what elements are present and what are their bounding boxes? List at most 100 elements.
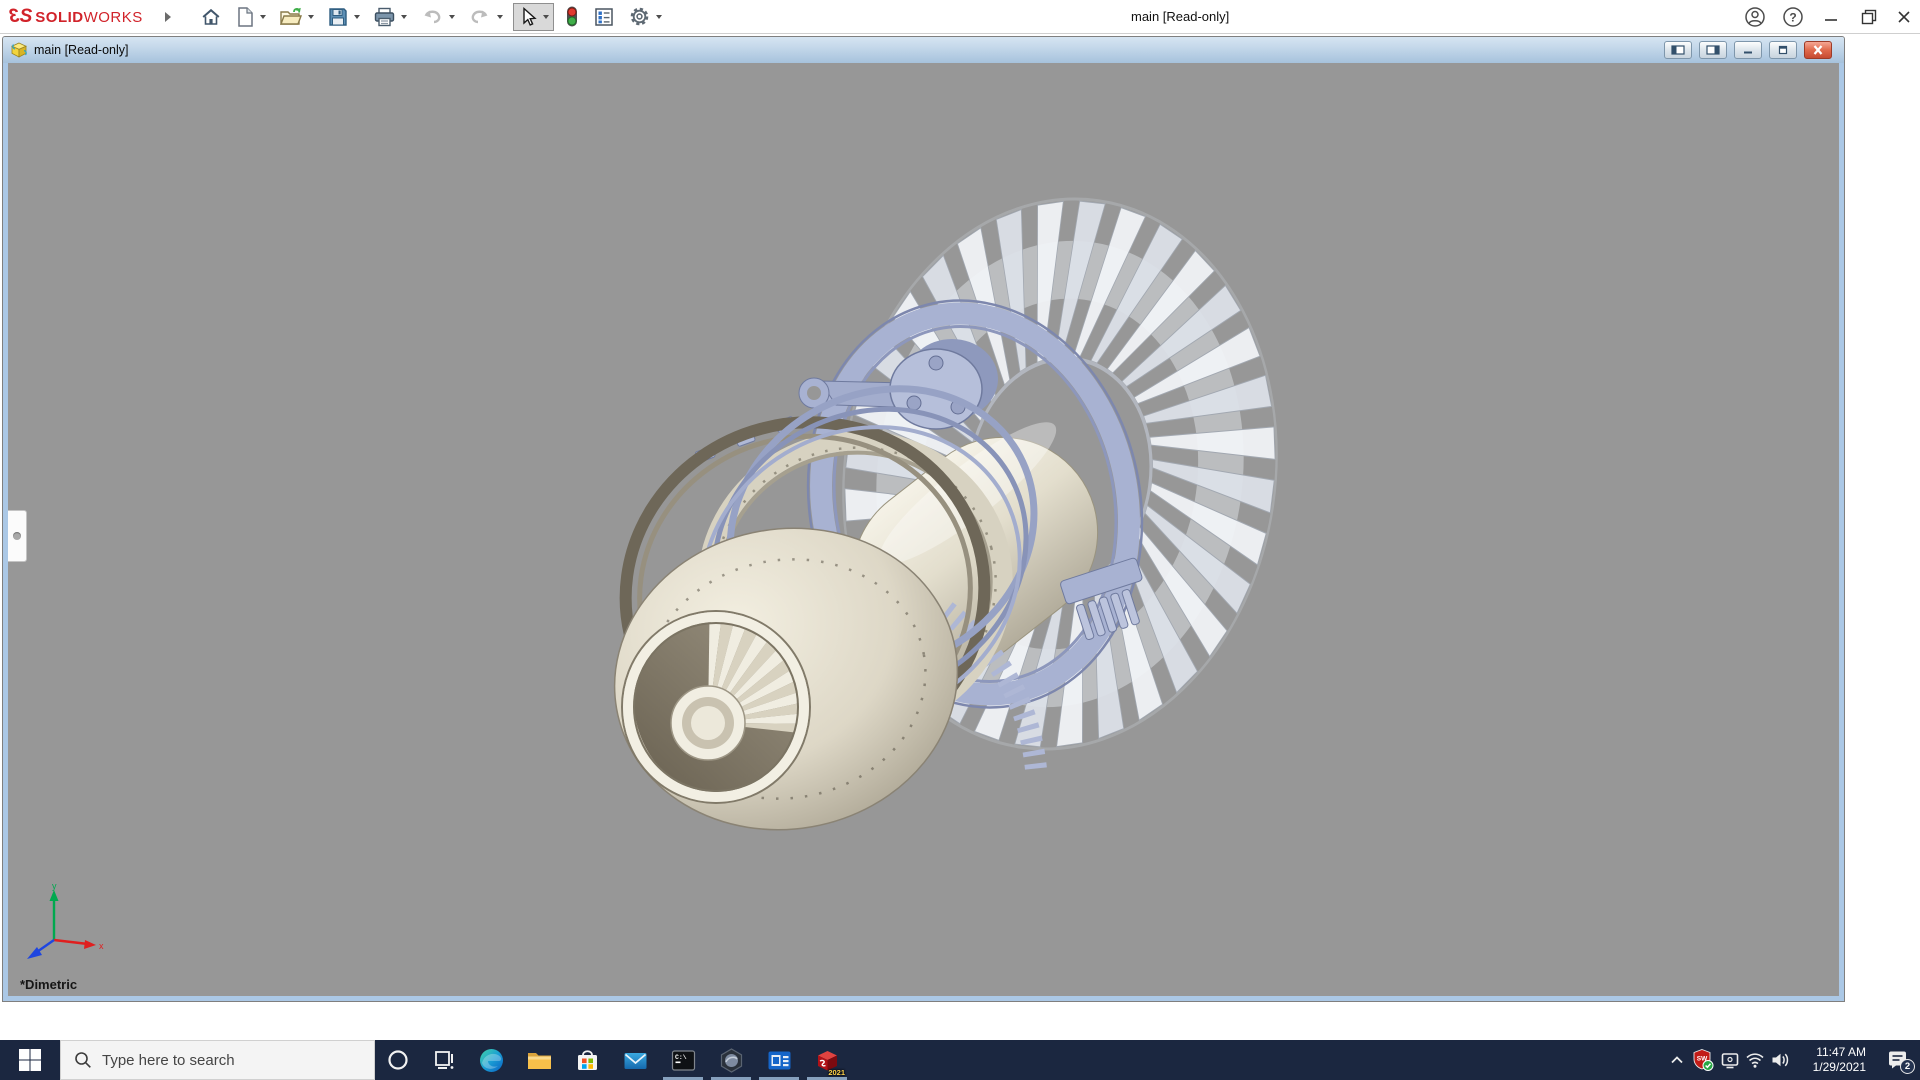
select-tool-dropdown[interactable] xyxy=(542,14,549,19)
taskbar-app-mail[interactable] xyxy=(611,1040,659,1080)
help-button[interactable]: ? xyxy=(1774,0,1812,34)
options-dropdown[interactable] xyxy=(655,14,662,19)
orientation-triad[interactable]: y x xyxy=(16,882,108,974)
taskbar-app-terminal[interactable]: C:\ xyxy=(659,1040,707,1080)
close-icon xyxy=(1898,11,1910,23)
exhaust-bell xyxy=(613,527,959,831)
document-close-button[interactable] xyxy=(1804,41,1832,59)
open-button[interactable] xyxy=(276,4,317,30)
tray-show-hidden-icons[interactable] xyxy=(1664,1040,1689,1080)
print-button[interactable] xyxy=(370,4,410,30)
window-title: main [Read-only] xyxy=(1131,9,1230,24)
handle-dot-icon xyxy=(13,532,21,540)
svg-text:?: ? xyxy=(1789,10,1796,24)
taskbar-clock[interactable]: 11:47 AM 1/29/2021 xyxy=(1798,1040,1870,1080)
new-document-dropdown[interactable] xyxy=(259,14,266,19)
new-document-icon xyxy=(238,6,253,27)
pane-left-button[interactable] xyxy=(1664,41,1692,59)
document-titlebar[interactable]: main [Read-only] xyxy=(3,37,1844,63)
save-dropdown[interactable] xyxy=(353,14,360,19)
triad-x-label: x xyxy=(99,941,104,951)
close-button[interactable] xyxy=(1888,0,1920,34)
casing-ladder-strip xyxy=(939,602,1047,771)
assembly-document-icon xyxy=(11,42,28,58)
casing-bracket-fins xyxy=(1060,557,1143,641)
redo-dropdown[interactable] xyxy=(496,14,503,19)
select-arrow-icon xyxy=(523,6,537,26)
graphics-viewport[interactable]: y x *Dimetric xyxy=(8,63,1839,996)
document-controls xyxy=(1657,41,1832,59)
notification-badge: 2 xyxy=(1900,1059,1915,1074)
taskbar-app-cad-viewer[interactable] xyxy=(707,1040,755,1080)
file-properties-button[interactable] xyxy=(590,4,618,30)
windows-logo-icon xyxy=(19,1049,41,1071)
brand-mark: 3 xyxy=(10,5,20,27)
minimize-button[interactable] xyxy=(1812,0,1850,34)
pane-left-icon xyxy=(1671,45,1685,55)
jet-engine-model xyxy=(613,197,1278,831)
taskbar-app-solidworks[interactable]: 2021 xyxy=(803,1040,851,1080)
file-properties-icon xyxy=(595,7,613,26)
taskbar-app-edge[interactable] xyxy=(467,1040,515,1080)
options-button[interactable] xyxy=(625,3,665,30)
feature-tree-collapse-handle[interactable] xyxy=(8,510,27,562)
menu-flyout-arrow[interactable] xyxy=(164,11,171,22)
casing-tubes xyxy=(700,385,1038,725)
home-icon xyxy=(202,8,220,25)
help-icon: ? xyxy=(1783,7,1803,27)
gear-icon xyxy=(630,7,649,26)
action-center-button[interactable]: 2 xyxy=(1876,1040,1920,1080)
edge-icon xyxy=(479,1048,503,1072)
print-icon xyxy=(374,7,394,26)
application-titlebar: 3S SOLID WORKS main [Read-only] ? xyxy=(0,0,1920,34)
save-icon xyxy=(329,7,347,26)
taskbar-spacer xyxy=(851,1040,1664,1080)
wifi-icon xyxy=(1745,1053,1764,1068)
tray-volume[interactable] xyxy=(1767,1040,1792,1080)
taskbar-search-box[interactable]: Type here to search xyxy=(60,1040,375,1080)
taskbar-app-file-explorer[interactable] xyxy=(515,1040,563,1080)
save-button[interactable] xyxy=(324,4,363,30)
file-explorer-icon xyxy=(527,1052,551,1069)
tray-network[interactable] xyxy=(1742,1040,1767,1080)
display-tray-icon xyxy=(1721,1053,1738,1069)
document-close-icon xyxy=(1813,45,1823,55)
mail-icon xyxy=(624,1052,646,1069)
document-window: main [Read-only] y x *Dimetric xyxy=(2,36,1845,1002)
taskbar-app-store[interactable] xyxy=(563,1040,611,1080)
restore-icon xyxy=(1861,9,1877,25)
tray-solidworks-monitor[interactable]: SW xyxy=(1689,1040,1717,1080)
solidworks-logo: 3S SOLID WORKS xyxy=(10,5,143,27)
document-restore-icon xyxy=(1778,45,1788,55)
open-dropdown[interactable] xyxy=(307,14,314,19)
rebuild-button[interactable] xyxy=(561,3,583,31)
task-view-button[interactable] xyxy=(421,1040,467,1080)
redo-button[interactable] xyxy=(465,4,506,30)
restore-button[interactable] xyxy=(1850,0,1888,34)
account-icon xyxy=(1745,7,1765,27)
account-button[interactable] xyxy=(1736,0,1774,34)
search-placeholder: Type here to search xyxy=(102,1051,235,1069)
undo-dropdown[interactable] xyxy=(448,14,455,19)
view-orientation-label: *Dimetric xyxy=(20,977,78,992)
select-tool-button[interactable] xyxy=(512,2,554,31)
cortana-button[interactable] xyxy=(375,1040,421,1080)
nozzle-dark-ring xyxy=(619,416,991,770)
home-button[interactable] xyxy=(197,4,225,30)
tray-display[interactable] xyxy=(1717,1040,1742,1080)
start-button[interactable] xyxy=(0,1040,60,1080)
minimize-icon xyxy=(1825,19,1837,21)
document-restore-button[interactable] xyxy=(1769,41,1797,59)
terminal-icon: C:\ xyxy=(671,1049,695,1071)
undo-button[interactable] xyxy=(417,4,458,30)
pane-right-button[interactable] xyxy=(1699,41,1727,59)
undo-icon xyxy=(424,10,441,23)
sw-shield-icon: SW xyxy=(1693,1049,1714,1071)
new-document-button[interactable] xyxy=(232,4,269,30)
taskbar-app-media[interactable] xyxy=(755,1040,803,1080)
document-minimize-button[interactable] xyxy=(1734,41,1762,59)
brand-name-light: WORKS xyxy=(83,8,143,26)
print-dropdown[interactable] xyxy=(400,14,407,19)
store-icon xyxy=(577,1049,597,1070)
document-title: main [Read-only] xyxy=(34,43,129,57)
